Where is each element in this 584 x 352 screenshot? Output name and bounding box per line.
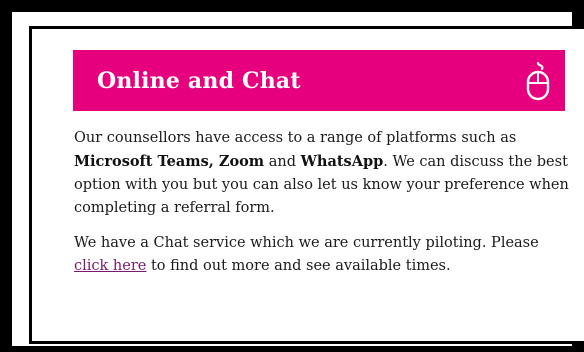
section-body: Our counsellors have access to a range o… [74,127,574,290]
computer-mouse-icon [525,61,551,101]
paragraph-text: and [264,154,301,170]
paragraph-text: Our counsellors have access to a range o… [74,130,517,146]
content-card: Online and Chat Our counsellors have acc… [32,29,584,341]
whatsapp-bold-text: WhatsApp [300,153,384,170]
platforms-bold-text: Microsoft Teams, Zoom [74,153,265,170]
chat-paragraph: We have a Chat service which we are curr… [74,232,574,278]
platforms-paragraph: Our counsellors have access to a range o… [74,127,574,220]
paragraph-text: to find out more and see available times… [146,258,451,274]
paragraph-text: We have a Chat service which we are curr… [74,235,539,251]
section-title: Online and Chat [97,67,301,94]
section-banner: Online and Chat [73,50,565,111]
click-here-link[interactable]: click here [74,258,146,274]
